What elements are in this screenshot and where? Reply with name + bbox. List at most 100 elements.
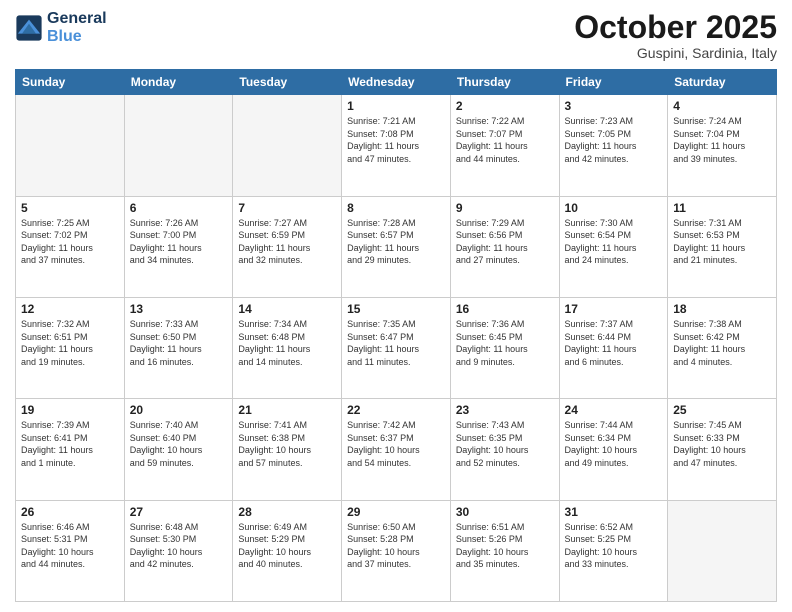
day-header-sunday: Sunday xyxy=(16,70,125,95)
calendar-cell xyxy=(124,95,233,196)
header: General Blue October 2025 Guspini, Sardi… xyxy=(15,10,777,61)
day-info: Sunrise: 6:48 AM Sunset: 5:30 PM Dayligh… xyxy=(130,521,228,571)
day-info: Sunrise: 7:33 AM Sunset: 6:50 PM Dayligh… xyxy=(130,318,228,368)
day-info: Sunrise: 7:37 AM Sunset: 6:44 PM Dayligh… xyxy=(565,318,663,368)
week-row-2: 5 Sunrise: 7:25 AM Sunset: 7:02 PM Daylig… xyxy=(16,196,777,297)
calendar-cell: 2 Sunrise: 7:22 AM Sunset: 7:07 PM Daylig… xyxy=(450,95,559,196)
calendar-cell: 8Sunrise: 7:28 AM Sunset: 6:57 PM Daylig… xyxy=(342,196,451,297)
calendar-cell: 1 Sunrise: 7:21 AM Sunset: 7:08 PM Daylig… xyxy=(342,95,451,196)
logo-text: General Blue xyxy=(47,10,107,46)
calendar-cell: 16 Sunrise: 7:36 AM Sunset: 6:45 PM Dayli… xyxy=(450,297,559,398)
calendar-cell: 24Sunrise: 7:44 AM Sunset: 6:34 PM Dayli… xyxy=(559,399,668,500)
calendar-cell xyxy=(233,95,342,196)
week-row-4: 19 Sunrise: 7:39 AM Sunset: 6:41 PM Dayli… xyxy=(16,399,777,500)
calendar-cell xyxy=(16,95,125,196)
day-number: 21 xyxy=(238,403,336,417)
calendar-cell: 5 Sunrise: 7:25 AM Sunset: 7:02 PM Daylig… xyxy=(16,196,125,297)
day-number: 3 xyxy=(565,99,663,113)
day-info: Sunrise: 7:39 AM Sunset: 6:41 PM Dayligh… xyxy=(21,419,119,469)
day-number: 19 xyxy=(21,403,119,417)
day-info: Sunrise: 7:42 AM Sunset: 6:37 PM Dayligh… xyxy=(347,419,445,469)
week-row-3: 12 Sunrise: 7:32 AM Sunset: 6:51 PM Dayli… xyxy=(16,297,777,398)
day-number: 2 xyxy=(456,99,554,113)
day-number: 27 xyxy=(130,505,228,519)
title-section: October 2025 Guspini, Sardinia, Italy xyxy=(574,10,777,61)
calendar-cell: 22 Sunrise: 7:42 AM Sunset: 6:37 PM Dayli… xyxy=(342,399,451,500)
calendar-cell: 25 Sunrise: 7:45 AM Sunset: 6:33 PM Dayli… xyxy=(668,399,777,500)
location: Guspini, Sardinia, Italy xyxy=(574,45,777,61)
day-header-monday: Monday xyxy=(124,70,233,95)
day-info: Sunrise: 7:45 AM Sunset: 6:33 PM Dayligh… xyxy=(673,419,771,469)
logo-icon xyxy=(15,14,43,42)
logo: General Blue xyxy=(15,10,107,46)
day-header-friday: Friday xyxy=(559,70,668,95)
calendar-cell: 20 Sunrise: 7:40 AM Sunset: 6:40 PM Dayli… xyxy=(124,399,233,500)
calendar-cell: 13 Sunrise: 7:33 AM Sunset: 6:50 PM Dayli… xyxy=(124,297,233,398)
calendar-cell: 28Sunrise: 6:49 AM Sunset: 5:29 PM Dayli… xyxy=(233,500,342,601)
calendar-cell: 29Sunrise: 6:50 AM Sunset: 5:28 PM Dayli… xyxy=(342,500,451,601)
calendar-cell: 4 Sunrise: 7:24 AM Sunset: 7:04 PM Daylig… xyxy=(668,95,777,196)
page: General Blue October 2025 Guspini, Sardi… xyxy=(0,0,792,612)
calendar-cell: 7 Sunrise: 7:27 AM Sunset: 6:59 PM Daylig… xyxy=(233,196,342,297)
calendar-cell: 6 Sunrise: 7:26 AM Sunset: 7:00 PM Daylig… xyxy=(124,196,233,297)
day-info: Sunrise: 6:51 AM Sunset: 5:26 PM Dayligh… xyxy=(456,521,554,571)
calendar-header-row: SundayMondayTuesdayWednesdayThursdayFrid… xyxy=(16,70,777,95)
day-info: Sunrise: 7:31 AM Sunset: 6:53 PM Dayligh… xyxy=(673,217,771,267)
calendar-cell xyxy=(668,500,777,601)
day-number: 9 xyxy=(456,201,554,215)
calendar-cell: 3 Sunrise: 7:23 AM Sunset: 7:05 PM Daylig… xyxy=(559,95,668,196)
day-info: Sunrise: 7:43 AM Sunset: 6:35 PM Dayligh… xyxy=(456,419,554,469)
day-number: 16 xyxy=(456,302,554,316)
calendar-cell: 31 Sunrise: 6:52 AM Sunset: 5:25 PM Dayli… xyxy=(559,500,668,601)
week-row-1: 1 Sunrise: 7:21 AM Sunset: 7:08 PM Daylig… xyxy=(16,95,777,196)
calendar-cell: 26 Sunrise: 6:46 AM Sunset: 5:31 PM Dayli… xyxy=(16,500,125,601)
calendar-cell: 27 Sunrise: 6:48 AM Sunset: 5:30 PM Dayli… xyxy=(124,500,233,601)
day-number: 5 xyxy=(21,201,119,215)
day-number: 18 xyxy=(673,302,771,316)
calendar-table: SundayMondayTuesdayWednesdayThursdayFrid… xyxy=(15,69,777,602)
day-info: Sunrise: 6:52 AM Sunset: 5:25 PM Dayligh… xyxy=(565,521,663,571)
calendar-cell: 18 Sunrise: 7:38 AM Sunset: 6:42 PM Dayli… xyxy=(668,297,777,398)
day-info: Sunrise: 7:38 AM Sunset: 6:42 PM Dayligh… xyxy=(673,318,771,368)
month-title: October 2025 xyxy=(574,10,777,45)
day-number: 31 xyxy=(565,505,663,519)
day-number: 29 xyxy=(347,505,445,519)
day-number: 30 xyxy=(456,505,554,519)
day-info: Sunrise: 7:23 AM Sunset: 7:05 PM Dayligh… xyxy=(565,115,663,165)
day-header-wednesday: Wednesday xyxy=(342,70,451,95)
day-info: Sunrise: 7:24 AM Sunset: 7:04 PM Dayligh… xyxy=(673,115,771,165)
day-info: Sunrise: 7:27 AM Sunset: 6:59 PM Dayligh… xyxy=(238,217,336,267)
day-number: 26 xyxy=(21,505,119,519)
day-number: 4 xyxy=(673,99,771,113)
day-info: Sunrise: 6:46 AM Sunset: 5:31 PM Dayligh… xyxy=(21,521,119,571)
day-info: Sunrise: 7:28 AM Sunset: 6:57 PM Dayligh… xyxy=(347,217,445,267)
day-info: Sunrise: 7:25 AM Sunset: 7:02 PM Dayligh… xyxy=(21,217,119,267)
day-number: 10 xyxy=(565,201,663,215)
day-info: Sunrise: 7:30 AM Sunset: 6:54 PM Dayligh… xyxy=(565,217,663,267)
day-info: Sunrise: 7:36 AM Sunset: 6:45 PM Dayligh… xyxy=(456,318,554,368)
day-number: 7 xyxy=(238,201,336,215)
day-number: 11 xyxy=(673,201,771,215)
day-number: 6 xyxy=(130,201,228,215)
day-number: 15 xyxy=(347,302,445,316)
day-info: Sunrise: 7:26 AM Sunset: 7:00 PM Dayligh… xyxy=(130,217,228,267)
day-info: Sunrise: 7:40 AM Sunset: 6:40 PM Dayligh… xyxy=(130,419,228,469)
day-number: 20 xyxy=(130,403,228,417)
day-info: Sunrise: 6:49 AM Sunset: 5:29 PM Dayligh… xyxy=(238,521,336,571)
day-number: 25 xyxy=(673,403,771,417)
calendar-cell: 11 Sunrise: 7:31 AM Sunset: 6:53 PM Dayli… xyxy=(668,196,777,297)
day-header-tuesday: Tuesday xyxy=(233,70,342,95)
day-number: 13 xyxy=(130,302,228,316)
day-number: 24 xyxy=(565,403,663,417)
day-header-saturday: Saturday xyxy=(668,70,777,95)
day-info: Sunrise: 7:22 AM Sunset: 7:07 PM Dayligh… xyxy=(456,115,554,165)
day-number: 22 xyxy=(347,403,445,417)
day-number: 1 xyxy=(347,99,445,113)
calendar-cell: 12 Sunrise: 7:32 AM Sunset: 6:51 PM Dayli… xyxy=(16,297,125,398)
week-row-5: 26 Sunrise: 6:46 AM Sunset: 5:31 PM Dayli… xyxy=(16,500,777,601)
day-info: Sunrise: 7:21 AM Sunset: 7:08 PM Dayligh… xyxy=(347,115,445,165)
day-info: Sunrise: 7:29 AM Sunset: 6:56 PM Dayligh… xyxy=(456,217,554,267)
day-number: 17 xyxy=(565,302,663,316)
day-number: 12 xyxy=(21,302,119,316)
day-info: Sunrise: 7:32 AM Sunset: 6:51 PM Dayligh… xyxy=(21,318,119,368)
